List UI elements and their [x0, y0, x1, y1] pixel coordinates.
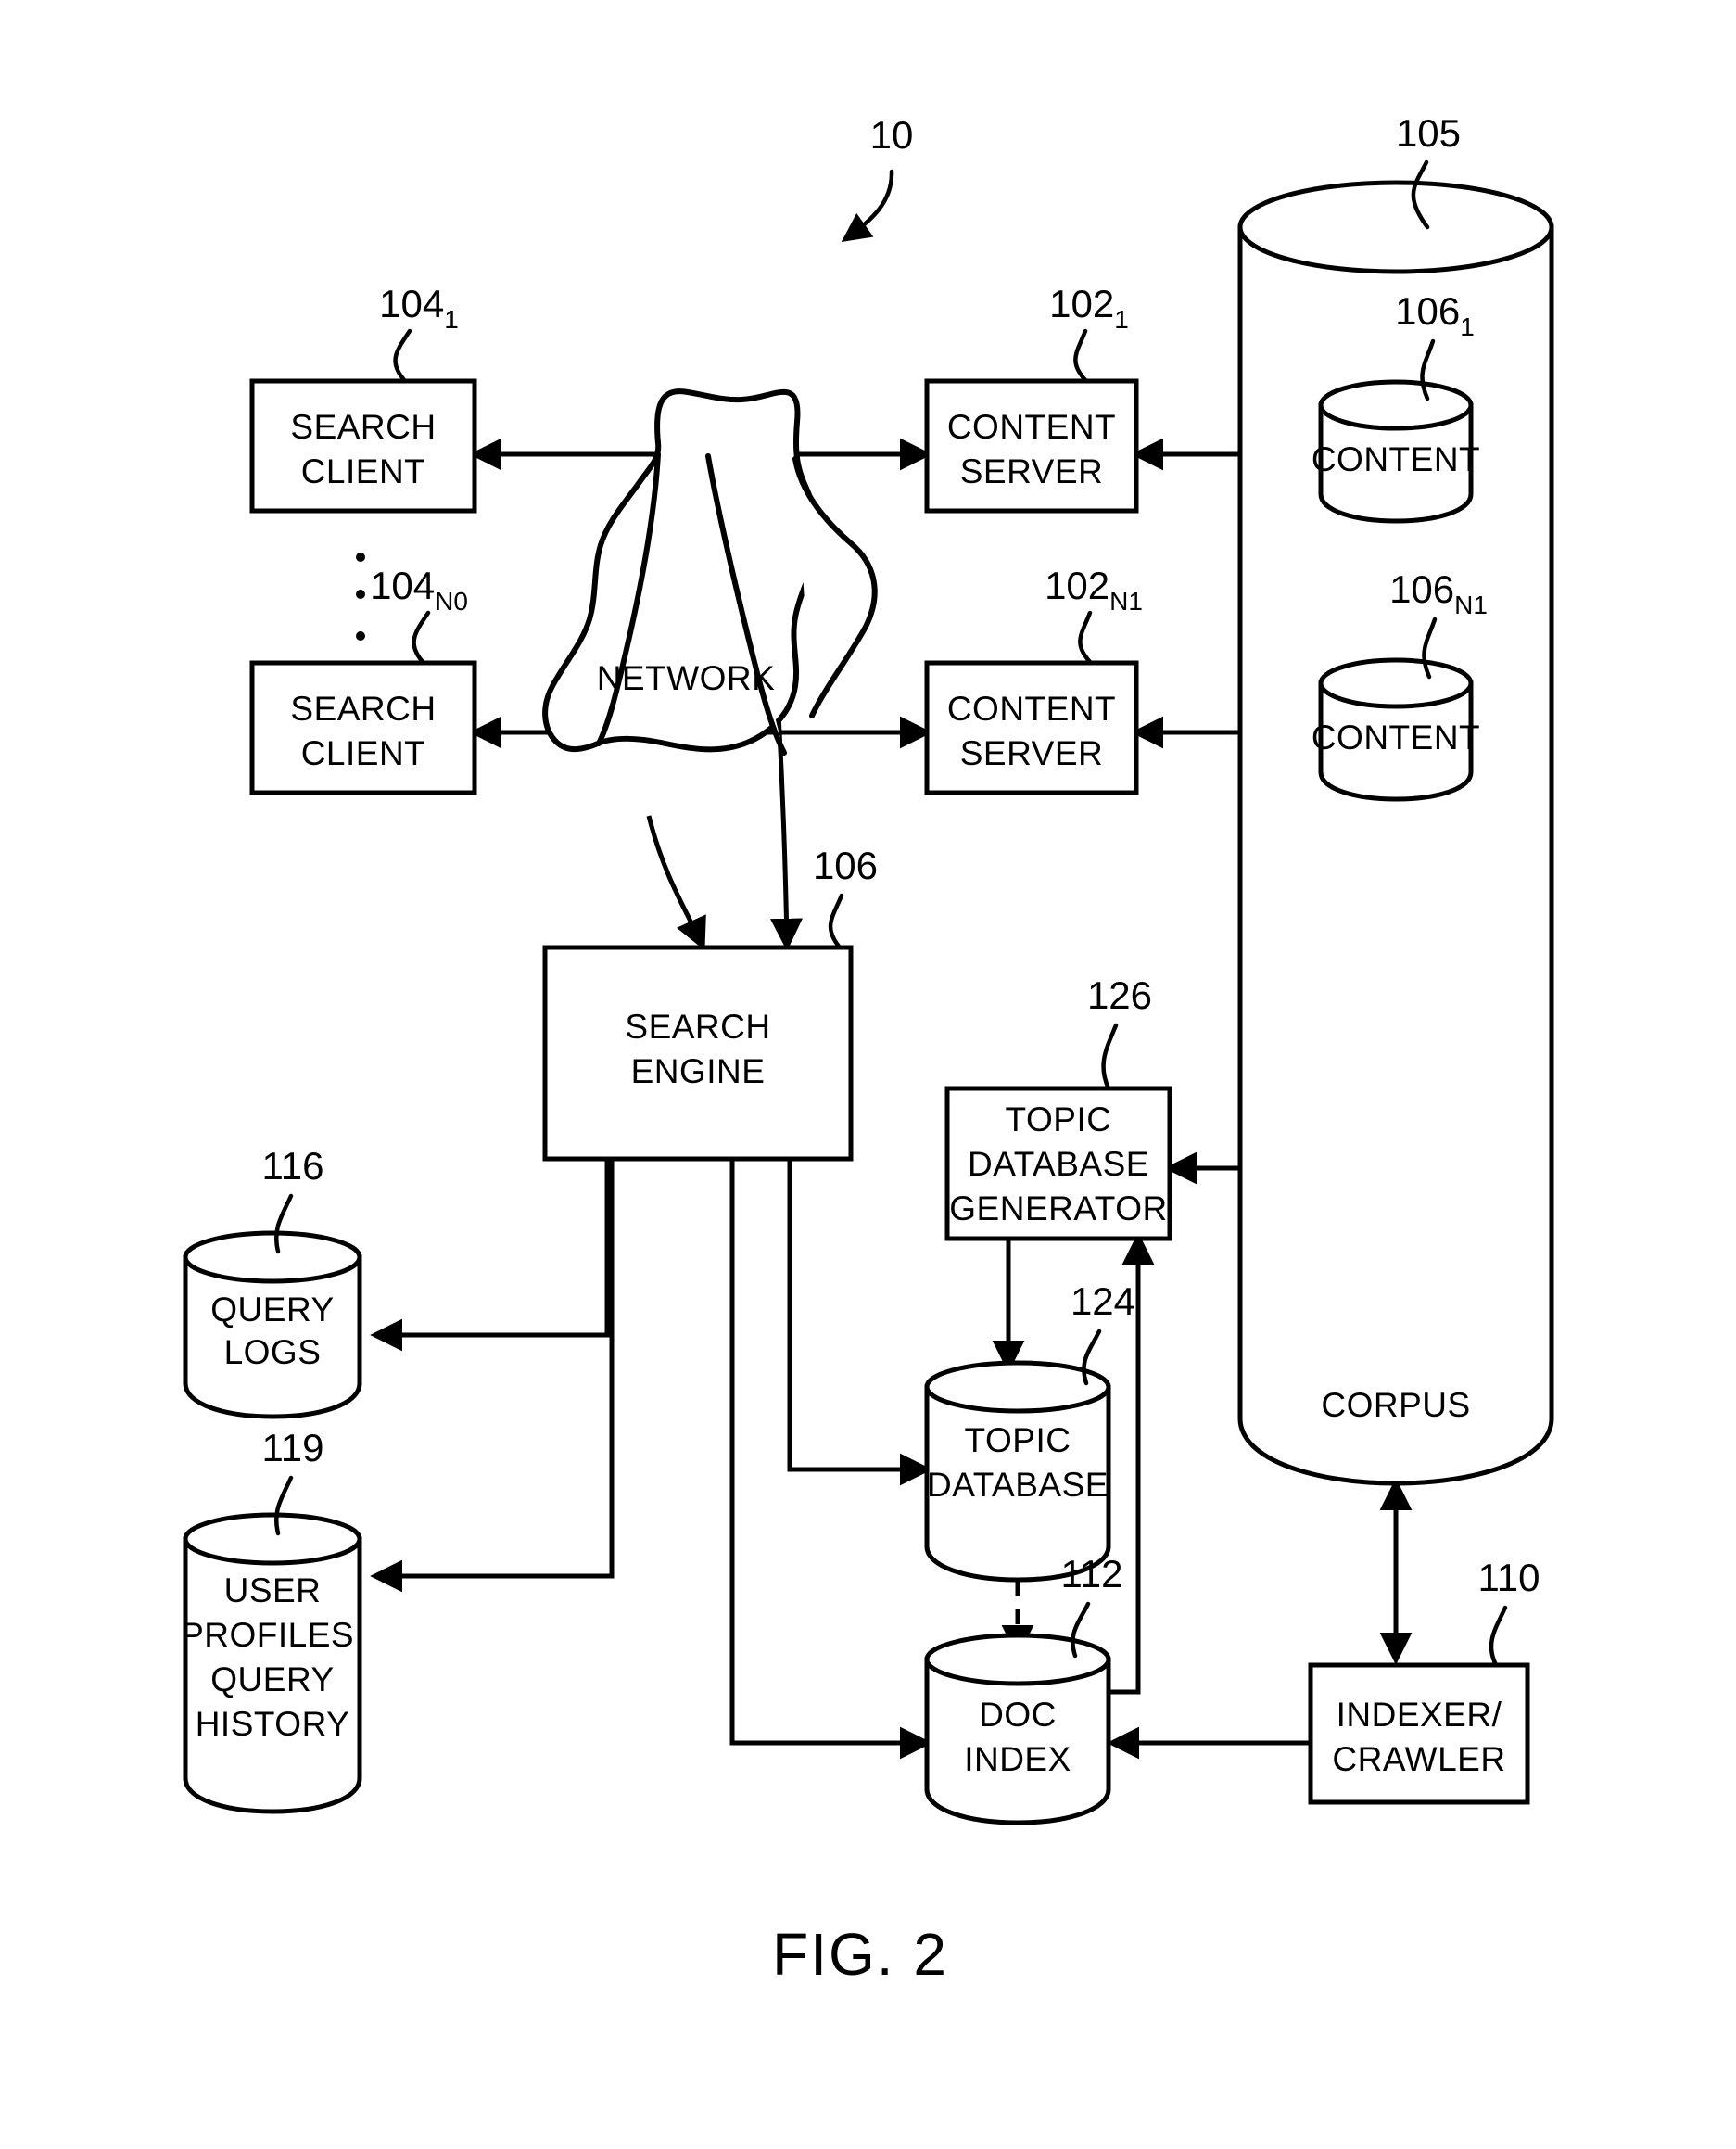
user-profiles-node[interactable]: USER PROFILES, QUERY HISTORY	[181, 1512, 364, 1814]
user-profiles-label-line3: QUERY	[210, 1660, 334, 1698]
system-ref-leader	[841, 169, 894, 243]
link-search-engine-to-doc-index	[729, 1159, 932, 1760]
system-architecture-diagram: 10 CORPUS 105 SEARCH CLIENT 1041 SEARCH …	[181, 111, 1554, 1988]
indexer-crawler-label-line1: INDEXER/	[1337, 1696, 1502, 1734]
search-client-1-node[interactable]: SEARCH CLIENT	[249, 378, 477, 514]
content-server-n-ref-leader	[1078, 610, 1094, 666]
indexer-crawler-ref-callout: 110	[1478, 1556, 1540, 1668]
system-ref-number: 10	[870, 113, 914, 157]
search-client-1-label-line1: SEARCH	[290, 408, 436, 446]
network-label: NETWORK	[597, 659, 776, 697]
indexer-crawler-label-line2: CRAWLER	[1332, 1740, 1505, 1778]
search-engine-ref-number: 106	[813, 844, 878, 887]
content-server-1-ref-callout: 1021	[1049, 282, 1129, 384]
search-client-1-box[interactable]	[249, 378, 477, 514]
link-search-engine-to-user-profiles	[370, 1159, 615, 1593]
content-server-n-label-line1: CONTENT	[947, 690, 1116, 728]
user-profiles-ref-number: 119	[262, 1426, 324, 1469]
link-search-engine-to-query-logs	[370, 1154, 610, 1352]
content-server-1-ref-number: 1021	[1049, 282, 1129, 334]
user-profiles-top-ellipse	[183, 1512, 362, 1566]
system-ref-callout: 10	[841, 113, 914, 243]
content-server-1-label-line1: CONTENT	[947, 408, 1116, 446]
topic-db-generator-label-line3: GENERATOR	[949, 1189, 1167, 1227]
content-n-node[interactable]: CONTENT	[1312, 657, 1480, 802]
user-profiles-label-line1: USER	[224, 1571, 322, 1609]
content-server-n-node[interactable]: CONTENT SERVER	[924, 660, 1139, 795]
search-client-1-label-line2: CLIENT	[301, 452, 426, 490]
indexer-crawler-ref-number: 110	[1478, 1556, 1540, 1599]
search-client-n-node[interactable]: SEARCH CLIENT	[249, 660, 477, 795]
ellipsis-dot-2	[356, 590, 365, 599]
content-1-label: CONTENT	[1312, 440, 1480, 478]
content-n-label: CONTENT	[1312, 718, 1480, 757]
network-inner-line-3	[792, 456, 878, 718]
search-client-1-ref-callout: 1041	[379, 282, 459, 384]
doc-index-label-line1: DOC	[979, 1696, 1057, 1734]
corpus-ref-number: 105	[1396, 111, 1461, 155]
content-server-n-ref-callout: 102N1	[1045, 564, 1143, 666]
content-server-1-node[interactable]: CONTENT SERVER	[924, 378, 1139, 514]
search-engine-label-line2: ENGINE	[631, 1052, 766, 1090]
ellipsis-dot-1	[356, 553, 365, 562]
search-client-n-ref-callout: 104N0	[370, 564, 468, 666]
search-client-n-label-line1: SEARCH	[290, 690, 436, 728]
search-client-1-ref-number: 1041	[379, 282, 459, 334]
content-server-1-label-line2: SERVER	[960, 452, 1104, 490]
figure-caption: FIG. 2	[772, 1921, 948, 1988]
topic-database-ref-number: 124	[1071, 1279, 1135, 1323]
ellipsis-dot-3	[356, 631, 365, 641]
topic-database-top-ellipse	[924, 1360, 1111, 1414]
link-search-engine-to-topic-database	[787, 1159, 932, 1486]
search-engine-ref-callout: 106	[813, 844, 878, 950]
search-engine-node[interactable]: SEARCH ENGINE	[542, 945, 854, 1162]
topic-database-label-line2: DATABASE	[927, 1466, 1109, 1504]
topic-database-label-line1: TOPIC	[965, 1421, 1071, 1459]
corpus-label: CORPUS	[1321, 1386, 1470, 1424]
topic-db-generator-label-line2: DATABASE	[968, 1145, 1149, 1183]
content-server-1-box[interactable]	[924, 378, 1139, 514]
search-client-n-ref-leader	[412, 610, 431, 666]
topic-db-generator-label-line1: TOPIC	[1006, 1100, 1112, 1138]
doc-index-label-line2: INDEX	[964, 1740, 1071, 1778]
query-logs-label-line1: QUERY	[210, 1291, 334, 1329]
search-engine-label-line1: SEARCH	[625, 1008, 770, 1046]
search-client-n-box[interactable]	[249, 660, 477, 795]
search-client-1-ref-leader	[393, 328, 412, 384]
content-n-top-ellipse	[1318, 657, 1474, 709]
corpus-top-ellipse	[1237, 180, 1554, 274]
user-profiles-label-line2: PROFILES,	[181, 1616, 364, 1654]
network-cloud-node[interactable]: NETWORK	[542, 388, 878, 756]
link-network-to-search-engine-a	[646, 815, 706, 951]
topic-database-generator-ref-callout: 126	[1087, 973, 1152, 1091]
search-engine-ref-leader	[828, 893, 844, 950]
user-profiles-label-line4: HISTORY	[196, 1705, 350, 1743]
content-1-node[interactable]: CONTENT	[1312, 379, 1480, 524]
content-server-n-ref-number: 102N1	[1045, 564, 1143, 616]
indexer-crawler-ref-leader	[1489, 1605, 1508, 1668]
indexer-crawler-box[interactable]	[1308, 1662, 1530, 1805]
content-server-n-box[interactable]	[924, 660, 1139, 795]
topic-database-node[interactable]: TOPIC DATABASE	[924, 1360, 1111, 1583]
search-client-n-label-line2: CLIENT	[301, 734, 426, 772]
doc-index-node[interactable]: DOC INDEX	[924, 1633, 1111, 1825]
query-logs-label-line2: LOGS	[224, 1333, 322, 1371]
topic-database-generator-node[interactable]: TOPIC DATABASE GENERATOR	[944, 1086, 1172, 1241]
query-logs-top-ellipse	[183, 1230, 362, 1284]
content-server-n-label-line2: SERVER	[960, 734, 1104, 772]
content-1-top-ellipse	[1318, 379, 1474, 431]
query-logs-node[interactable]: QUERY LOGS	[183, 1230, 362, 1419]
topic-db-generator-ref-leader	[1101, 1023, 1119, 1091]
doc-index-top-ellipse	[924, 1633, 1111, 1686]
search-client-n-ref-number: 104N0	[370, 564, 468, 616]
patent-figure-page: 10 CORPUS 105 SEARCH CLIENT 1041 SEARCH …	[0, 0, 1736, 2149]
corpus-cylinder: CORPUS	[1237, 180, 1554, 1486]
doc-index-ref-number: 112	[1061, 1552, 1123, 1596]
search-client-ellipsis	[356, 553, 365, 641]
topic-db-generator-ref-number: 126	[1087, 973, 1152, 1017]
query-logs-ref-number: 116	[262, 1144, 324, 1188]
indexer-crawler-node[interactable]: INDEXER/ CRAWLER	[1308, 1662, 1530, 1805]
content-server-1-ref-leader	[1073, 328, 1089, 384]
